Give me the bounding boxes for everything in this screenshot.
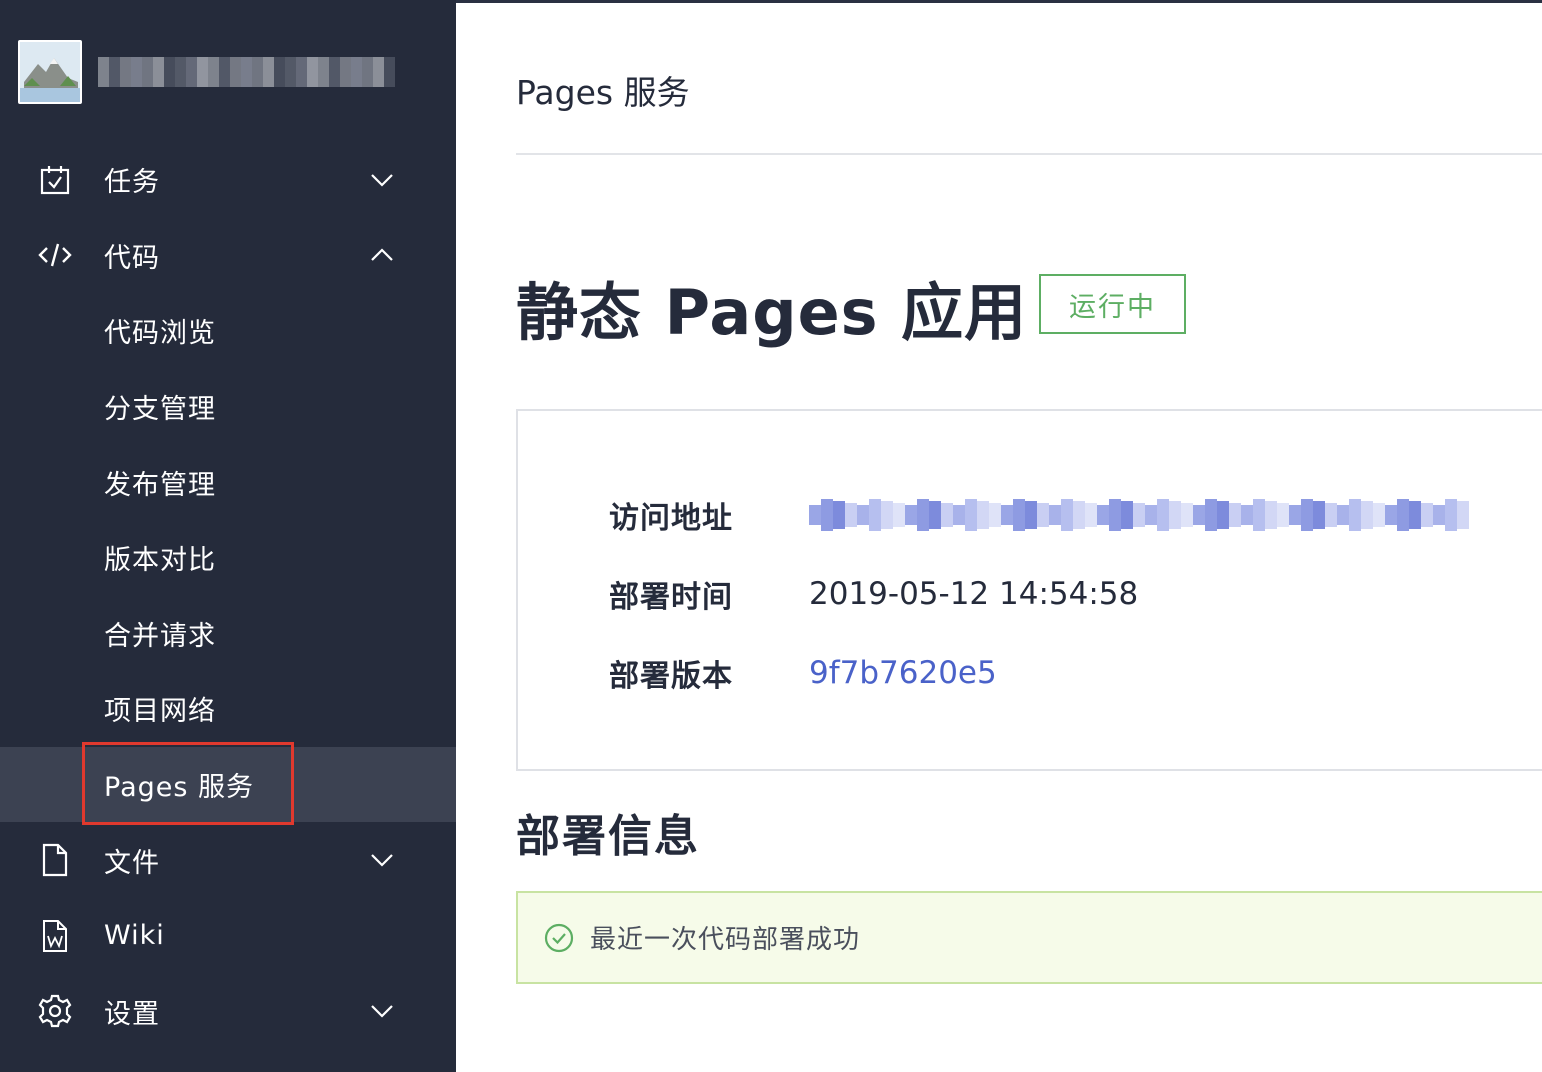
sidebar-item-files[interactable]: 文件 — [0, 822, 456, 898]
deploy-success-alert: 最近一次代码部署成功 — [516, 891, 1542, 984]
chevron-down-icon — [368, 846, 396, 874]
calendar-check-icon — [38, 163, 72, 197]
info-key: 访问地址 — [609, 501, 733, 536]
sidebar-item-label: 项目网络 — [104, 696, 216, 728]
sidebar-item-pages[interactable]: Pages 服务 — [0, 746, 456, 823]
chevron-down-icon — [368, 166, 396, 194]
chevron-up-icon — [368, 241, 396, 269]
sidebar-item-label: 代码 — [104, 242, 160, 274]
deploy-time-value: 2019-05-12 14:54:58 — [809, 576, 1139, 612]
sidebar-item-releases[interactable]: 发布管理 — [0, 444, 456, 520]
info-card: 访问地址 部署时间 2019-05-12 14:54:58 部署版本 9f7b7… — [516, 409, 1542, 771]
sidebar-item-label: 文件 — [104, 847, 160, 879]
sidebar-item-label: 设置 — [104, 998, 160, 1030]
sidebar-item-merge-requests[interactable]: 合并请求 — [0, 596, 456, 672]
sidebar-item-settings[interactable]: 设置 — [0, 974, 456, 1050]
access-url-obscured[interactable] — [809, 497, 1469, 533]
wiki-doc-icon — [38, 919, 72, 953]
divider — [516, 153, 1542, 155]
sidebar-item-label: 代码浏览 — [104, 318, 216, 350]
deploy-version-link[interactable]: 9f7b7620e5 — [809, 655, 997, 691]
main-content: Pages 服务 静态 Pages 应用 运行中 访问地址 部署时间 2019-… — [456, 0, 1542, 1072]
file-icon — [38, 843, 72, 877]
mountain-landscape-icon — [20, 42, 80, 102]
project-name-obscured — [98, 56, 396, 88]
sidebar-item-compare[interactable]: 版本对比 — [0, 520, 456, 596]
section-title: 部署信息 — [516, 811, 700, 862]
sidebar-item-code-browse[interactable]: 代码浏览 — [0, 293, 456, 369]
sidebar-item-label: 发布管理 — [104, 469, 216, 501]
app-title: 静态 Pages 应用 — [516, 276, 1028, 349]
info-key: 部署时间 — [609, 580, 733, 615]
chevron-down-icon — [368, 997, 396, 1025]
code-icon — [38, 238, 72, 272]
sidebar-menu: 任务 代码 代码浏览 分支管理 发布管理 版本对比 合并请求 项目网络 Page… — [0, 142, 456, 1049]
sidebar-item-label: Pages 服务 — [104, 772, 255, 804]
sidebar-item-wiki[interactable]: Wiki — [0, 898, 456, 974]
app-window: 任务 代码 代码浏览 分支管理 发布管理 版本对比 合并请求 项目网络 Page… — [0, 0, 1542, 1072]
gear-icon — [38, 994, 72, 1028]
check-circle-icon — [544, 923, 574, 953]
sidebar-item-label: Wiki — [104, 920, 165, 952]
project-header[interactable] — [18, 40, 396, 104]
info-key: 部署版本 — [609, 659, 733, 694]
page-title: Pages 服务 — [516, 73, 690, 112]
sidebar-item-tasks[interactable]: 任务 — [0, 142, 456, 218]
info-row-url: 访问地址 — [609, 490, 1469, 540]
sidebar-item-label: 合并请求 — [104, 620, 216, 652]
sidebar-item-label: 任务 — [104, 167, 160, 199]
sidebar-item-label: 分支管理 — [104, 394, 216, 426]
info-row-time: 部署时间 2019-05-12 14:54:58 — [609, 569, 1138, 619]
sidebar-item-branches[interactable]: 分支管理 — [0, 369, 456, 445]
sidebar-item-label: 版本对比 — [104, 545, 216, 577]
top-border — [456, 0, 1542, 3]
deploy-message: 最近一次代码部署成功 — [590, 925, 861, 955]
sidebar-item-code[interactable]: 代码 — [0, 218, 456, 294]
info-row-version: 部署版本 9f7b7620e5 — [609, 648, 997, 698]
sidebar-item-network[interactable]: 项目网络 — [0, 671, 456, 747]
status-badge: 运行中 — [1039, 274, 1186, 334]
project-avatar — [18, 40, 82, 104]
sidebar: 任务 代码 代码浏览 分支管理 发布管理 版本对比 合并请求 项目网络 Page… — [0, 0, 456, 1072]
